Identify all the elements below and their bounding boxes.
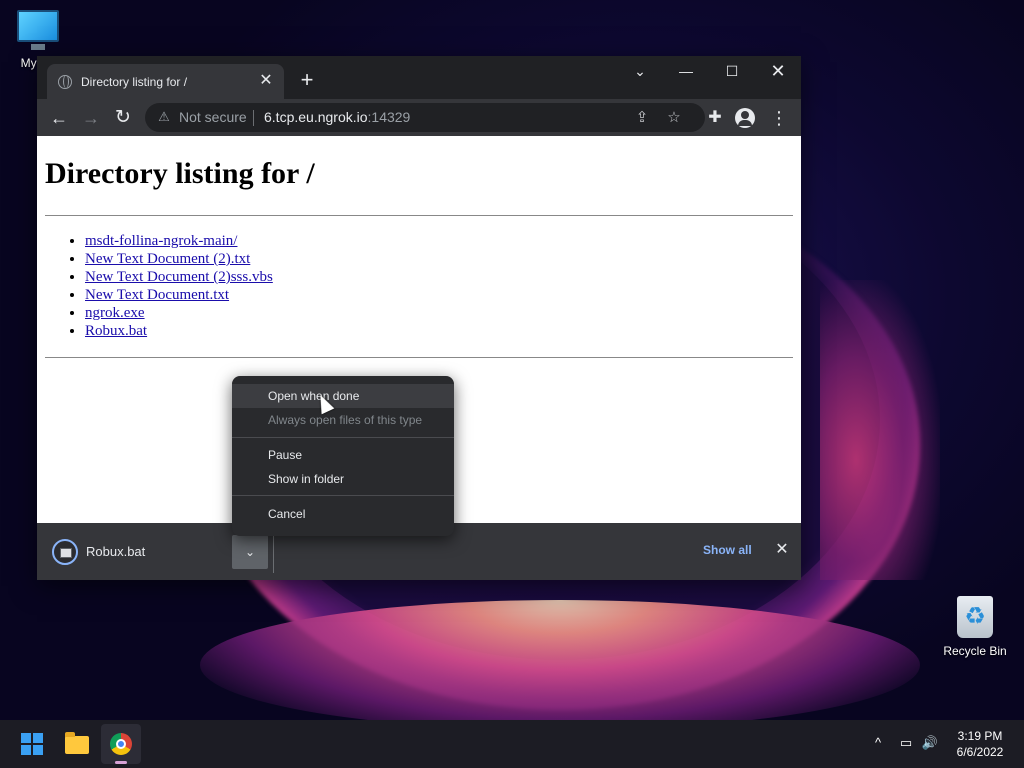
security-label[interactable]: Not secure — [179, 109, 247, 125]
download-options-chevron-icon[interactable]: ⌄ — [232, 535, 268, 569]
file-link[interactable]: msdt-follina-ngrok-main/ — [85, 233, 237, 249]
menu-divider — [232, 495, 454, 496]
new-tab-button[interactable]: + — [295, 69, 319, 93]
close-window-button[interactable]: ✕ — [755, 56, 801, 86]
list-item: New Text Document (2).txt — [85, 250, 273, 268]
address-bar[interactable]: ⚠ Not secure 6.tcp.eu.ngrok.io:14329 ⇪ ☆ — [145, 103, 705, 132]
folder-icon — [65, 732, 89, 754]
url-host: 6.tcp.eu.ngrok.io — [264, 109, 368, 125]
forward-button[interactable]: → — [77, 104, 105, 132]
tray-chevron-up-icon[interactable]: ^ — [869, 734, 887, 752]
file-link[interactable]: New Text Document (2).txt — [85, 251, 250, 267]
list-item: Robux.bat — [85, 322, 273, 340]
network-icon[interactable]: ▭ — [897, 734, 915, 752]
menu-item-show-in-folder[interactable]: Show in folder — [232, 467, 454, 491]
back-button[interactable]: ← — [45, 104, 73, 132]
menu-item-cancel[interactable]: Cancel — [232, 502, 454, 526]
globe-icon — [58, 75, 72, 89]
url-port: :14329 — [367, 109, 411, 125]
file-link[interactable]: New Text Document.txt — [85, 287, 229, 303]
windows-logo-icon — [21, 745, 31, 755]
profile-avatar-icon[interactable] — [735, 108, 755, 128]
taskbar: ^ ▭ 🔊 3:19 PM 6/6/2022 — [0, 720, 1024, 768]
chrome-icon — [110, 733, 132, 755]
reload-button[interactable]: ↻ — [109, 104, 137, 132]
address-separator — [253, 110, 254, 126]
page-heading: Directory listing for / — [45, 157, 315, 190]
windows-logo-icon — [33, 745, 43, 755]
start-button[interactable] — [12, 724, 52, 764]
close-shelf-icon[interactable]: ✕ — [772, 540, 792, 560]
wallpaper-glow-bottom — [200, 600, 920, 720]
menu-kebab-icon[interactable]: ⋮ — [767, 104, 791, 132]
url-text[interactable]: 6.tcp.eu.ngrok.io:14329 — [264, 109, 410, 125]
list-item: ngrok.exe — [85, 304, 273, 322]
bookmark-star-icon[interactable]: ☆ — [663, 107, 685, 129]
minimize-button[interactable]: — — [663, 56, 709, 86]
file-icon — [52, 539, 78, 565]
menu-item-always-open: Always open files of this type — [268, 413, 423, 427]
list-item: msdt-follina-ngrok-main/ — [85, 232, 273, 250]
tab-strip: Directory listing for / ✕ + ⌄ — ☐ ✕ — [37, 56, 801, 99]
desktop-icon-label: Recycle Bin — [943, 644, 1007, 658]
menu-item-open-when-done[interactable]: Open when done — [232, 384, 454, 408]
volume-icon[interactable]: 🔊 — [921, 734, 939, 752]
tab-title: Directory listing for / — [81, 75, 188, 89]
windows-logo-icon — [21, 733, 31, 743]
chrome-taskbar-button[interactable] — [101, 724, 141, 764]
windows-logo-icon — [33, 733, 43, 743]
share-icon[interactable]: ⇪ — [631, 107, 653, 129]
browser-toolbar: ← → ↻ ⚠ Not secure 6.tcp.eu.ngrok.io:143… — [37, 99, 801, 136]
maximize-button[interactable]: ☐ — [709, 56, 755, 86]
file-link[interactable]: Robux.bat — [85, 323, 147, 339]
list-item: New Text Document (2)sss.vbs — [85, 268, 273, 286]
menu-divider — [232, 437, 454, 438]
tab-search-button[interactable]: ⌄ — [617, 56, 663, 86]
file-explorer-button[interactable] — [57, 724, 97, 764]
taskbar-clock[interactable]: 3:19 PM 6/6/2022 — [940, 728, 1020, 760]
file-list: msdt-follina-ngrok-main/ New Text Docume… — [85, 232, 273, 340]
clock-date: 6/6/2022 — [956, 745, 1004, 759]
tab-close-icon[interactable]: ✕ — [256, 71, 276, 91]
list-item: New Text Document.txt — [85, 286, 273, 304]
file-link[interactable]: ngrok.exe — [85, 305, 145, 321]
extensions-puzzle-icon[interactable]: ✚ — [701, 104, 729, 132]
wallpaper-glow-right — [820, 280, 940, 580]
file-link[interactable]: New Text Document (2)sss.vbs — [85, 269, 273, 285]
warning-icon[interactable]: ⚠ — [156, 109, 172, 125]
download-file-name: Robux.bat — [86, 544, 146, 559]
download-context-menu: Open when done Always open files of this… — [232, 376, 454, 536]
menu-item-pause[interactable]: Pause — [232, 443, 454, 467]
shelf-separator — [273, 533, 274, 573]
desktop-icon-recycle-bin[interactable]: ♻ Recycle Bin — [937, 596, 1013, 658]
clock-time: 3:19 PM — [957, 729, 1003, 743]
divider — [45, 357, 793, 358]
recycle-bin-icon: ♻ — [957, 596, 993, 638]
show-all-link[interactable]: Show all — [703, 543, 752, 557]
tab-directory-listing[interactable]: Directory listing for / ✕ — [47, 64, 284, 99]
active-app-indicator — [115, 761, 127, 764]
monitor-icon — [17, 10, 59, 50]
divider — [45, 215, 793, 216]
